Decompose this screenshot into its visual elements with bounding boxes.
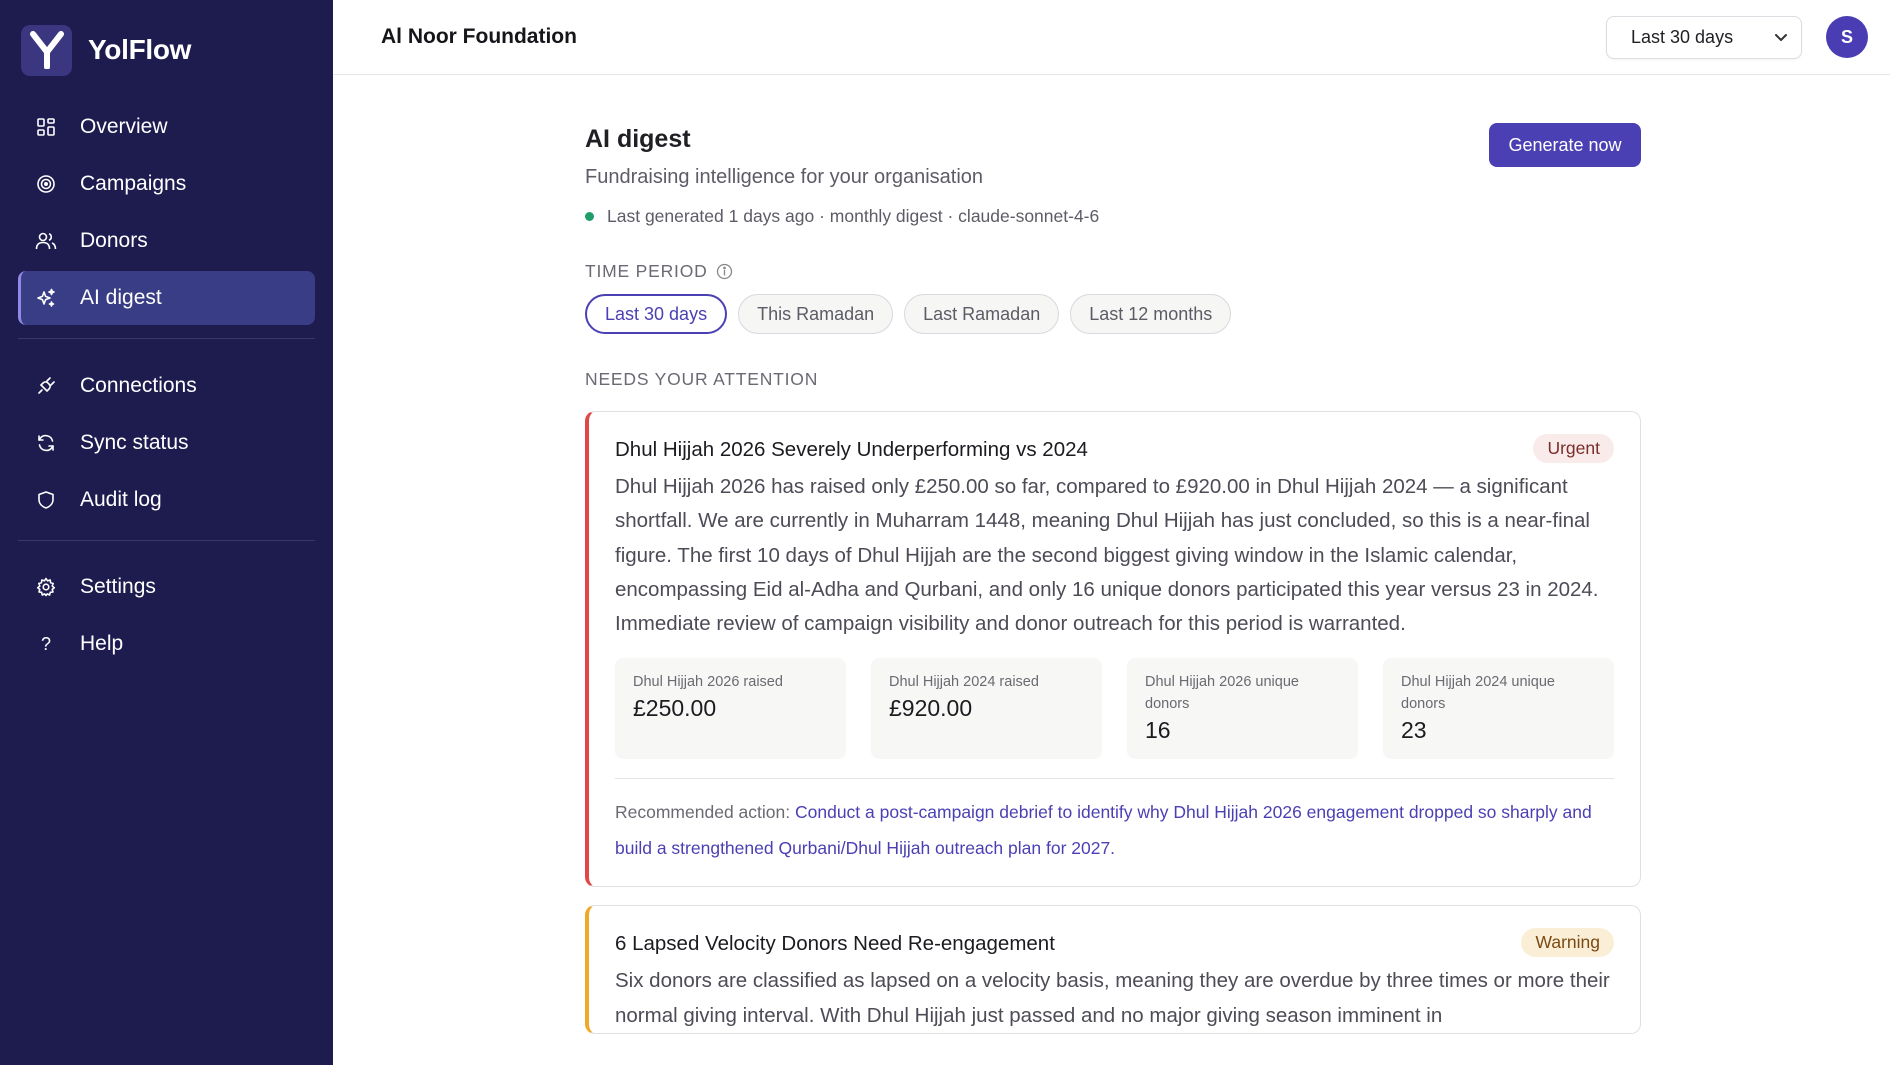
sidebar-item-help[interactable]: ? Help: [18, 617, 315, 671]
metric-value: 16: [1145, 717, 1171, 744]
status-dot-icon: [585, 212, 594, 221]
page-title: AI digest: [585, 125, 691, 153]
time-period-label: TIME PERIOD: [585, 260, 708, 281]
metric-tile: Dhul Hijjah 2026 raised £250.00: [615, 658, 846, 760]
sidebar-item-label: Campaigns: [80, 172, 187, 195]
gear-icon: [34, 575, 58, 599]
grid-icon: [34, 115, 58, 139]
target-icon: [34, 172, 58, 196]
digest-header: AI digest Fundraising intelligence for y…: [585, 75, 1641, 255]
metric-label: Dhul Hijjah 2026 raised: [633, 674, 783, 691]
sidebar-item-donors[interactable]: Donors: [18, 214, 315, 268]
app-name: YolFlow: [88, 34, 192, 65]
metric-tile: Dhul Hijjah 2024 raised £920.00: [871, 658, 1102, 760]
recommended-action-label: Recommended action:: [615, 802, 791, 823]
sidebar-item-label: Help: [80, 632, 124, 655]
main-area: Al Noor Foundation Last 30 days S AI dig…: [333, 0, 1890, 1065]
date-range-select[interactable]: Last 30 days: [1606, 15, 1802, 59]
recommended-action: Recommended action: Conduct a post-campa…: [615, 779, 1614, 886]
metric-label: Dhul Hijjah 2026 unique donors: [1145, 674, 1299, 713]
warning-badge: Warning: [1521, 928, 1614, 958]
sidebar-item-label: Sync status: [80, 431, 189, 454]
sidebar-item-sync-status[interactable]: Sync status: [18, 416, 315, 470]
time-period-heading: TIME PERIOD: [585, 258, 1641, 284]
insight-card-urgent: Dhul Hijjah 2026 Severely Underperformin…: [585, 411, 1641, 888]
plug-icon: [34, 374, 58, 398]
metric-value: £250.00: [633, 695, 717, 722]
question-icon: ?: [40, 633, 51, 654]
attention-heading: NEEDS YOUR ATTENTION: [585, 368, 819, 389]
period-pill-this-ramadan[interactable]: This Ramadan: [738, 294, 894, 334]
date-range-value: Last 30 days: [1631, 26, 1734, 47]
page-subtitle: Fundraising intelligence for your organi…: [585, 166, 984, 188]
refresh-icon: [34, 431, 58, 455]
urgent-badge: Urgent: [1533, 434, 1614, 463]
yolflow-logo: [21, 24, 72, 76]
sidebar-divider: [18, 540, 315, 541]
organisation-name: Al Noor Foundation: [381, 25, 577, 48]
sidebar-item-campaigns[interactable]: Campaigns: [18, 157, 315, 211]
sidebar-item-label: Audit log: [80, 488, 162, 511]
period-pill-last-30-days[interactable]: Last 30 days: [585, 294, 728, 334]
metric-tile: Dhul Hijjah 2024 unique donors 23: [1383, 658, 1614, 760]
ai-digest-page: AI digest Fundraising intelligence for y…: [585, 75, 1641, 1035]
sidebar-item-settings[interactable]: Settings: [18, 560, 315, 614]
generate-now-button[interactable]: Generate now: [1489, 123, 1641, 167]
insight-title: Dhul Hijjah 2026 Severely Underperformin…: [615, 438, 1088, 461]
digest-meta: Last generated 1 days ago · monthly dige…: [585, 206, 1099, 227]
sidebar-nav: Overview Campaigns Donors AI digest: [18, 100, 315, 325]
sidebar-item-label: Settings: [80, 575, 156, 598]
period-pill-last-12-months[interactable]: Last 12 months: [1070, 294, 1232, 334]
sidebar-item-ai-digest[interactable]: AI digest: [18, 271, 315, 325]
brand[interactable]: YolFlow: [18, 0, 315, 100]
insight-body: Six donors are classified as lapsed on a…: [615, 969, 1610, 1027]
insight-title: 6 Lapsed Velocity Donors Need Re-engagem…: [615, 932, 1055, 956]
metric-label: Dhul Hijjah 2024 unique donors: [1401, 674, 1555, 713]
sidebar: YolFlow Overview Campaigns Donors AI dig…: [0, 0, 333, 1065]
sidebar-item-label: Donors: [80, 229, 148, 252]
sidebar-divider: [18, 338, 315, 339]
info-icon[interactable]: [716, 263, 733, 280]
sparkle-icon: [34, 286, 58, 310]
sidebar-item-label: Connections: [80, 374, 197, 397]
period-pill-last-ramadan[interactable]: Last Ramadan: [904, 294, 1060, 334]
user-avatar[interactable]: S: [1826, 16, 1868, 58]
top-bar: Al Noor Foundation Last 30 days S: [333, 0, 1890, 75]
users-icon: [34, 229, 58, 253]
metric-label: Dhul Hijjah 2024 raised: [889, 674, 1039, 691]
sidebar-item-overview[interactable]: Overview: [18, 100, 315, 154]
sidebar-item-audit-log[interactable]: Audit log: [18, 473, 315, 527]
metric-value: 23: [1401, 717, 1427, 744]
sidebar-nav-system: Connections Sync status Audit log: [18, 359, 315, 527]
sidebar-item-label: AI digest: [80, 286, 162, 309]
digest-meta-text: Last generated 1 days ago · monthly dige…: [607, 206, 1100, 226]
sidebar-item-connections[interactable]: Connections: [18, 359, 315, 413]
insight-card-warning: 6 Lapsed Velocity Donors Need Re-engagem…: [585, 905, 1641, 1035]
sidebar-item-label: Overview: [80, 115, 168, 138]
shield-icon: [34, 488, 58, 512]
sidebar-nav-footer: Settings ? Help: [18, 560, 315, 671]
chevron-down-icon: [1773, 29, 1789, 45]
time-period-pills: Last 30 days This Ramadan Last Ramadan L…: [585, 294, 1641, 334]
metric-value: £920.00: [889, 695, 973, 722]
metric-tile: Dhul Hijjah 2026 unique donors 16: [1127, 658, 1358, 760]
insight-metrics: Dhul Hijjah 2026 raised £250.00 Dhul Hij…: [615, 658, 1614, 760]
insight-body: Dhul Hijjah 2026 has raised only £250.00…: [615, 475, 1599, 636]
